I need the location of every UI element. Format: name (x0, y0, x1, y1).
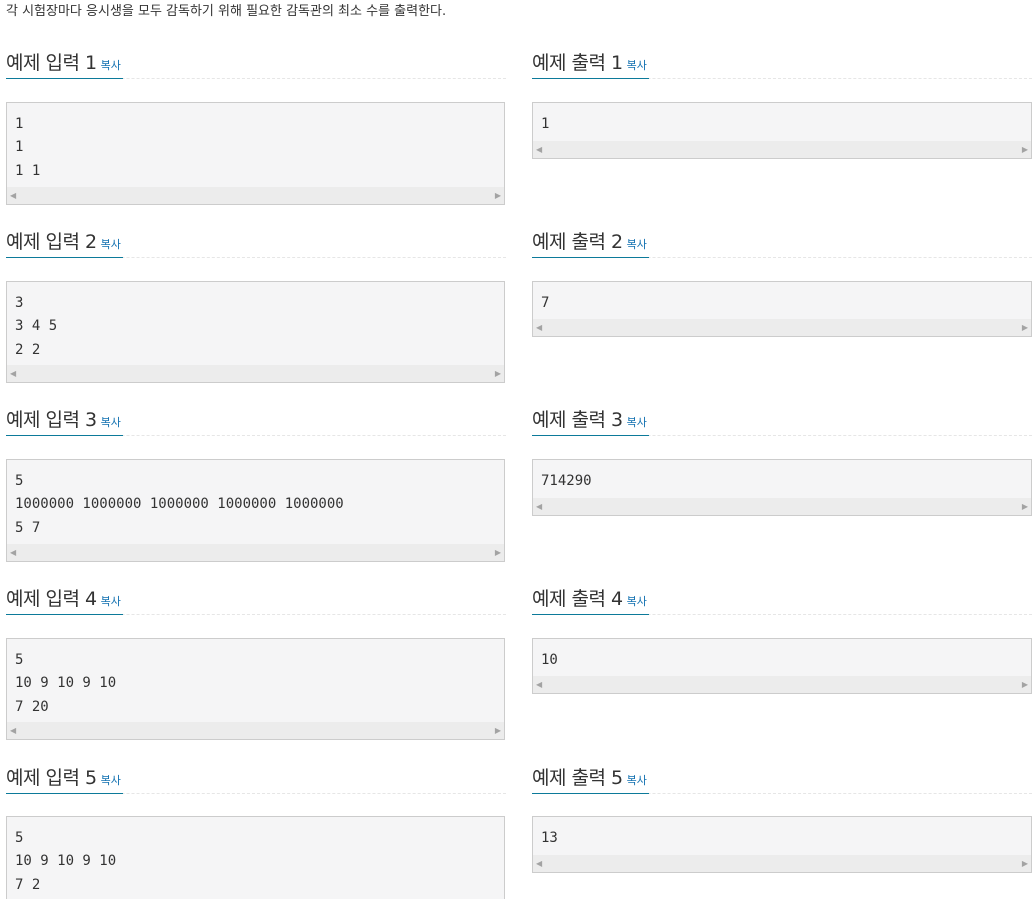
scroll-left-arrow-icon[interactable]: ◀ (536, 145, 542, 154)
sample-output-title: 예제 출력 1 (532, 52, 623, 74)
scroll-right-arrow-icon[interactable]: ▶ (1022, 859, 1028, 868)
sample-output-header: 예제 출력 1 복사 (532, 48, 1032, 79)
scroll-left-arrow-icon[interactable]: ◀ (10, 726, 16, 735)
sample-input-title: 예제 입력 4 (6, 588, 97, 610)
problem-output-description: 각 시험장마다 응시생을 모두 감독하기 위해 필요한 감독관의 최소 수를 출… (6, 4, 447, 19)
horizontal-scrollbar[interactable]: ◀ ▶ (533, 676, 1031, 693)
horizontal-scrollbar[interactable]: ◀ ▶ (7, 544, 504, 561)
sample-output-header: 예제 출력 2 복사 (532, 227, 1032, 258)
copy-button[interactable]: 복사 (101, 416, 121, 429)
sample-input-box[interactable]: 5 1000000 1000000 1000000 1000000 100000… (6, 459, 505, 562)
scroll-left-arrow-icon[interactable]: ◀ (10, 548, 16, 557)
copy-button[interactable]: 복사 (627, 238, 647, 251)
sample-input-box[interactable]: 1 1 1 1 ◀ ▶ (6, 102, 505, 205)
sample-output-header: 예제 출력 5 복사 (532, 763, 1032, 794)
sample-output-title: 예제 출력 5 (532, 767, 623, 789)
sample-input-title: 예제 입력 2 (6, 231, 97, 253)
sample-input-text: 5 10 9 10 9 10 7 20 (15, 652, 117, 715)
scroll-right-arrow-icon[interactable]: ▶ (495, 726, 501, 735)
sample-input-header: 예제 입력 2 복사 (6, 227, 506, 258)
sample-input-text: 1 1 1 1 (15, 116, 41, 179)
sample-output-text: 10 (541, 652, 558, 668)
scroll-right-arrow-icon[interactable]: ▶ (495, 191, 501, 200)
sample-input-title: 예제 입력 1 (6, 52, 97, 74)
scroll-left-arrow-icon[interactable]: ◀ (536, 680, 542, 689)
sample-input-box[interactable]: 5 10 9 10 9 10 7 2 (6, 816, 505, 899)
scroll-right-arrow-icon[interactable]: ▶ (1022, 323, 1028, 332)
sample-output-text: 7 (541, 295, 550, 311)
scroll-right-arrow-icon[interactable]: ▶ (1022, 680, 1028, 689)
sample-input-header: 예제 입력 3 복사 (6, 405, 506, 436)
sample-input-title: 예제 입력 5 (6, 767, 97, 789)
sample-output-box[interactable]: 1 ◀ ▶ (532, 102, 1032, 159)
scroll-right-arrow-icon[interactable]: ▶ (1022, 502, 1028, 511)
sample-output-box[interactable]: 10 ◀ ▶ (532, 638, 1032, 694)
scroll-right-arrow-icon[interactable]: ▶ (495, 548, 501, 557)
copy-button[interactable]: 복사 (627, 774, 647, 787)
sample-output-title: 예제 출력 4 (532, 588, 623, 610)
scroll-left-arrow-icon[interactable]: ◀ (10, 191, 16, 200)
copy-button[interactable]: 복사 (627, 416, 647, 429)
sample-output-box[interactable]: 7 ◀ ▶ (532, 281, 1032, 337)
horizontal-scrollbar[interactable]: ◀ ▶ (7, 187, 504, 204)
sample-input-text: 5 1000000 1000000 1000000 1000000 100000… (15, 473, 344, 536)
sample-input-header: 예제 입력 5 복사 (6, 763, 506, 794)
sample-input-text: 3 3 4 5 2 2 (15, 295, 58, 358)
sample-output-text: 13 (541, 830, 558, 846)
sample-input-title: 예제 입력 3 (6, 409, 97, 431)
sample-input-box[interactable]: 5 10 9 10 9 10 7 20 ◀ ▶ (6, 638, 505, 740)
sample-input-text: 5 10 9 10 9 10 7 2 (15, 830, 117, 893)
horizontal-scrollbar[interactable]: ◀ ▶ (533, 319, 1031, 336)
sample-output-text: 714290 (541, 473, 592, 489)
sample-input-header: 예제 입력 4 복사 (6, 584, 506, 615)
copy-button[interactable]: 복사 (627, 59, 647, 72)
sample-output-box[interactable]: 13 ◀ ▶ (532, 816, 1032, 873)
sample-input-box[interactable]: 3 3 4 5 2 2 ◀ ▶ (6, 281, 505, 383)
scroll-right-arrow-icon[interactable]: ▶ (495, 369, 501, 378)
sample-input-header: 예제 입력 1 복사 (6, 48, 506, 79)
sample-output-header: 예제 출력 3 복사 (532, 405, 1032, 436)
sample-output-text: 1 (541, 116, 550, 132)
copy-button[interactable]: 복사 (101, 59, 121, 72)
sample-output-header: 예제 출력 4 복사 (532, 584, 1032, 615)
copy-button[interactable]: 복사 (101, 238, 121, 251)
sample-output-title: 예제 출력 3 (532, 409, 623, 431)
horizontal-scrollbar[interactable]: ◀ ▶ (7, 365, 504, 382)
copy-button[interactable]: 복사 (627, 595, 647, 608)
scroll-right-arrow-icon[interactable]: ▶ (1022, 145, 1028, 154)
horizontal-scrollbar[interactable]: ◀ ▶ (7, 722, 504, 739)
scroll-left-arrow-icon[interactable]: ◀ (10, 369, 16, 378)
scroll-left-arrow-icon[interactable]: ◀ (536, 323, 542, 332)
sample-output-title: 예제 출력 2 (532, 231, 623, 253)
scroll-left-arrow-icon[interactable]: ◀ (536, 859, 542, 868)
copy-button[interactable]: 복사 (101, 595, 121, 608)
horizontal-scrollbar[interactable]: ◀ ▶ (533, 855, 1031, 872)
horizontal-scrollbar[interactable]: ◀ ▶ (533, 141, 1031, 158)
horizontal-scrollbar[interactable]: ◀ ▶ (533, 498, 1031, 515)
sample-output-box[interactable]: 714290 ◀ ▶ (532, 459, 1032, 516)
copy-button[interactable]: 복사 (101, 774, 121, 787)
scroll-left-arrow-icon[interactable]: ◀ (536, 502, 542, 511)
